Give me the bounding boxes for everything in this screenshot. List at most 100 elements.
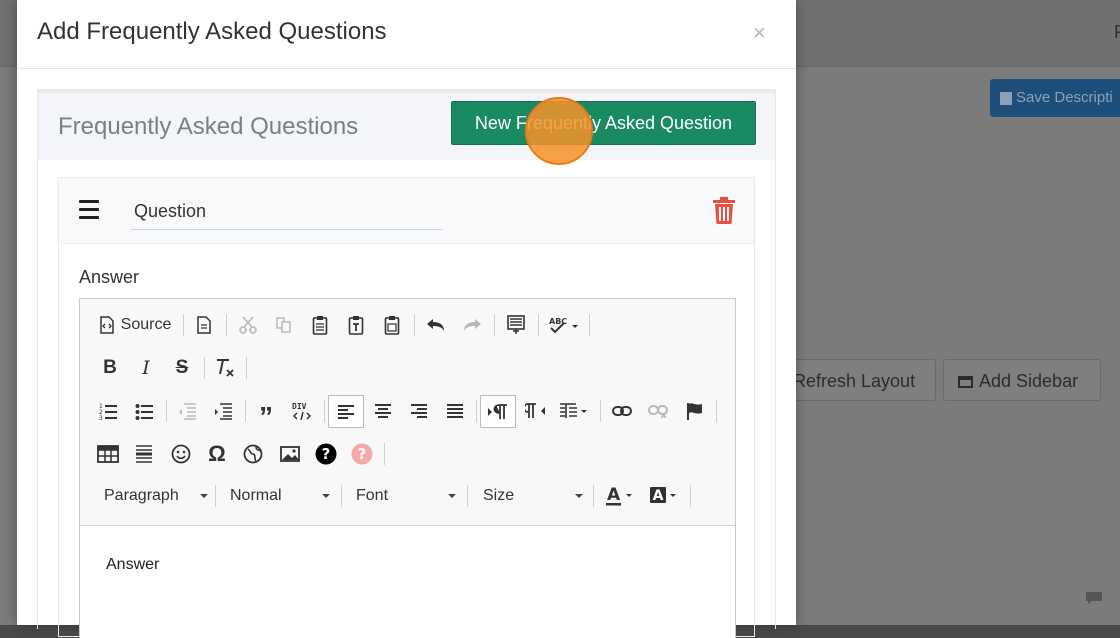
svg-text:ABC: ABC [549,317,567,326]
justify-button[interactable] [441,397,469,425]
blockquote-button[interactable]: ” [252,397,280,432]
panel-title: Frequently Asked Questions [58,113,359,140]
toolbar-separator [246,357,247,379]
align-right-button[interactable] [405,397,433,425]
spellcheck-button[interactable]: ABC [546,311,582,339]
undo-button[interactable] [422,311,450,339]
bulleted-list-button[interactable] [130,397,158,425]
iframe-button[interactable] [239,440,267,468]
paste-word-button[interactable] [378,311,406,339]
text-direction-rtl-button[interactable] [521,397,549,425]
indent-icon [215,403,232,420]
document-icon [197,316,211,334]
refresh-layout-label: Refresh Layout [793,371,916,391]
cut-button[interactable] [234,311,262,339]
size-dropdown[interactable]: Size [483,482,583,510]
text-color-icon: A [606,485,632,506]
paste-button[interactable] [306,311,334,339]
align-left-icon [338,404,354,419]
svg-text:A: A [607,485,621,505]
align-center-button[interactable] [369,397,397,425]
toolbar-separator [341,485,342,507]
flag-icon [687,403,702,420]
background-color-button[interactable]: A [648,482,682,510]
refresh-layout-button[interactable]: Refresh Layout [778,359,936,401]
link-button[interactable] [608,397,636,425]
save-description-label: Save Descripti [1016,89,1113,106]
redo-button[interactable] [458,311,486,339]
language-icon [560,403,587,418]
copy-icon [276,317,291,333]
table-icon [97,445,119,463]
source-icon [99,316,114,334]
div-container-button[interactable]: DIV [288,397,316,425]
question-input[interactable] [131,194,443,230]
add-sidebar-button[interactable]: Add Sidebar [943,359,1101,401]
indent-button[interactable] [209,397,237,425]
align-left-button[interactable] [328,395,364,428]
question-circle-icon: ? [315,443,337,465]
italic-button[interactable]: I [132,354,160,382]
toolbar-separator [166,400,167,422]
image-button[interactable] [276,440,304,468]
unlink-button[interactable] [644,397,672,425]
size-dropdown-label: Size [483,487,515,504]
font-dropdown-label: Font [356,487,389,504]
outdent-icon [179,403,196,420]
styles-dropdown[interactable]: Normal [230,482,330,510]
help-button[interactable]: ? [312,440,340,468]
outdent-button[interactable] [173,397,201,425]
save-description-button[interactable]: Save Descripti [990,79,1120,117]
numbered-list-icon: 123 [99,403,117,420]
about-button[interactable]: ? [348,440,376,468]
trash-icon[interactable] [712,197,736,225]
template-button[interactable] [502,311,530,339]
link-icon [612,406,632,416]
text-direction-ltr-button[interactable] [480,395,516,428]
numbered-list-button[interactable]: 123 [94,397,122,425]
source-label: Source [120,316,172,333]
close-icon[interactable]: × [753,20,766,46]
copy-button[interactable] [270,311,298,339]
toolbar-separator [593,485,594,507]
source-button[interactable]: Source [94,311,176,339]
drag-handle-icon[interactable] [79,200,99,224]
image-icon [280,446,300,462]
anchor-button[interactable] [681,397,709,425]
question-circle-disabled-icon: ? [351,443,373,465]
modal-title: Add Frequently Asked Questions [37,18,387,45]
language-button[interactable] [556,397,592,425]
new-faq-button[interactable]: New Frequently Asked Question [451,101,756,145]
globe-icon [243,444,263,464]
redo-icon [464,319,481,331]
text-color-button[interactable]: A [604,482,638,510]
remove-format-button[interactable] [210,354,240,382]
smiley-icon [171,444,191,464]
table-button[interactable] [94,440,122,468]
bold-button[interactable]: B [96,354,124,382]
toolbar-separator [716,400,717,422]
editor-content-area[interactable]: Answer [80,526,735,638]
chat-icon[interactable] [1084,590,1104,606]
toolbar-separator [494,314,495,336]
special-char-button[interactable]: Ω [203,440,231,468]
font-dropdown[interactable]: Font [356,482,456,510]
toolbar-separator [215,485,216,507]
toolbar-separator [226,314,227,336]
paste-text-button[interactable] [342,311,370,339]
add-sidebar-label: Add Sidebar [979,371,1079,391]
emoji-button[interactable] [167,440,195,468]
editor-toolbar: Source ABC B I S 1 2 3 ” DIV Ω ? ? Parag… [80,299,735,526]
paste-word-icon [384,316,400,335]
new-page-button[interactable] [190,311,218,339]
svg-text:DIV: DIV [292,402,307,411]
chevron-down-icon [200,494,208,498]
toolbar-separator [384,443,385,465]
justify-icon [447,404,463,418]
faq-item-header [59,178,754,244]
format-dropdown[interactable]: Paragraph [104,482,208,510]
align-right-icon [411,404,427,418]
strikethrough-button[interactable]: S [168,354,196,382]
horizontal-rule-button[interactable] [130,440,158,468]
faq-panel: Frequently Asked Questions New Frequentl… [37,89,776,638]
